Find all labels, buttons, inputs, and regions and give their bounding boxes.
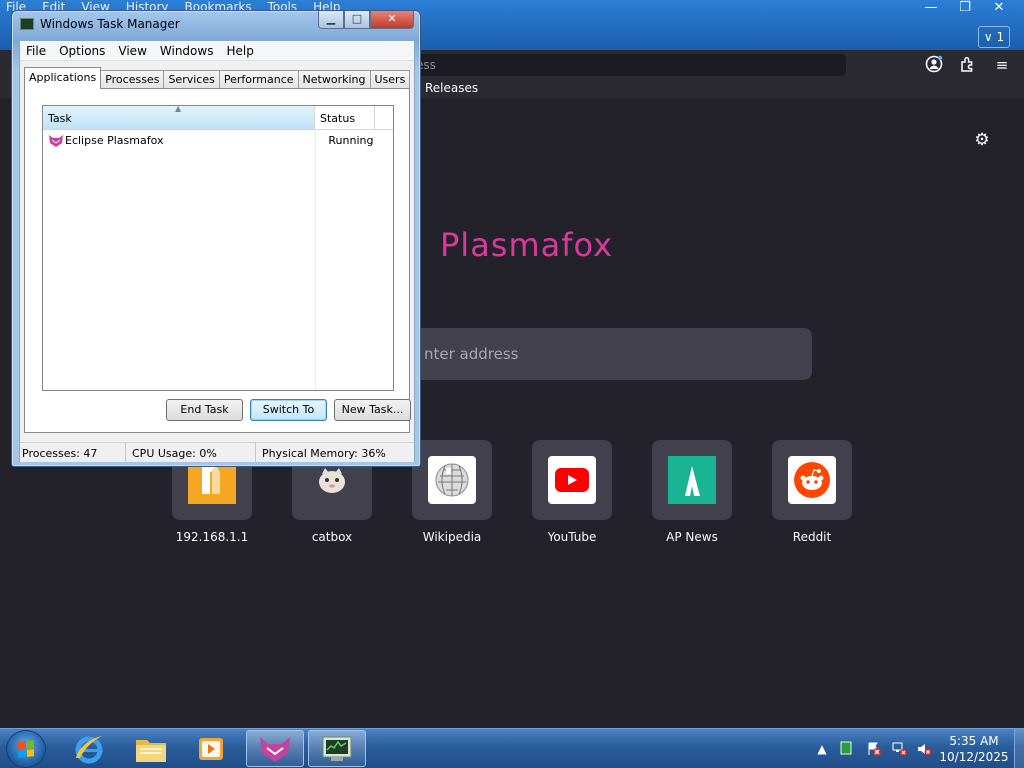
task-manager-taskbar-icon[interactable] bbox=[308, 730, 366, 767]
shortcut-label: catbox bbox=[311, 530, 353, 544]
reddit-icon bbox=[788, 456, 836, 504]
tab-applications[interactable]: Applications bbox=[24, 67, 102, 89]
plasmafox-taskbar-icon[interactable] bbox=[246, 730, 304, 767]
show-hidden-icons-icon[interactable]: ▲ bbox=[814, 741, 830, 757]
tab-count-label: 1 bbox=[996, 30, 1005, 44]
shortcut-tile-bg bbox=[772, 440, 852, 520]
shortcut-tile[interactable]: AP News bbox=[652, 440, 732, 544]
task-actions: End Task Switch To New Task... bbox=[25, 399, 411, 423]
task-manager-body: File Options View Windows Help Applicati… bbox=[19, 40, 415, 462]
tab-networking[interactable]: Networking bbox=[297, 70, 371, 89]
youtube-icon bbox=[548, 456, 596, 504]
applications-panel: ▲ Task Status Eclipse Plasmafox Running … bbox=[24, 88, 411, 433]
task-list[interactable]: ▲ Task Status Eclipse Plasmafox Running bbox=[42, 104, 394, 391]
close-button[interactable]: ✕ bbox=[370, 11, 414, 29]
shortcut-tile[interactable]: Reddit bbox=[772, 440, 852, 544]
menu-options[interactable]: Options bbox=[53, 41, 112, 60]
column-header-status[interactable]: Status bbox=[315, 106, 375, 129]
search-placeholder: nter address bbox=[424, 345, 519, 363]
hamburger-menu-icon[interactable]: ≡ bbox=[992, 55, 1012, 75]
status-cpu: CPU Usage: 0% bbox=[126, 443, 256, 462]
chevron-down-icon: ∨ bbox=[983, 30, 993, 44]
shortcut-tile-bg bbox=[412, 440, 492, 520]
browser-window-controls: — ❐ ✕ bbox=[914, 0, 1016, 18]
shortcut-tile[interactable]: YouTube bbox=[532, 440, 612, 544]
plasmafox-brand: Plasmafox bbox=[410, 226, 613, 264]
end-task-button[interactable]: End Task bbox=[166, 399, 243, 421]
shortcut-tile[interactable]: Wikipedia bbox=[412, 440, 492, 544]
task-list-header: ▲ Task Status bbox=[43, 104, 393, 130]
shortcut-label: YouTube bbox=[547, 530, 597, 544]
tab-users[interactable]: Users bbox=[369, 70, 411, 89]
tab-performance[interactable]: Performance bbox=[218, 70, 299, 89]
green-tray-icon[interactable] bbox=[838, 741, 854, 757]
clock-time: 5:35 AM bbox=[949, 734, 999, 748]
row-status: Running bbox=[328, 134, 374, 147]
taskbar: ▲ 5:35 AM 10/12/2025 bbox=[0, 728, 1024, 768]
table-row[interactable]: Eclipse Plasmafox Running bbox=[48, 134, 388, 150]
minimize-button[interactable]: ▁ bbox=[318, 11, 344, 29]
file-explorer-icon[interactable] bbox=[122, 730, 180, 767]
task-manager-statusbar: Processes: 47 CPU Usage: 0% Physical Mem… bbox=[20, 442, 414, 462]
new-task-button[interactable]: New Task... bbox=[334, 399, 411, 421]
shortcut-label: AP News bbox=[666, 530, 718, 544]
windows-logo-icon bbox=[18, 740, 34, 758]
action-center-flag-icon[interactable] bbox=[866, 741, 882, 757]
shortcut-label: 192.168.1.1 bbox=[175, 530, 249, 544]
menu-view[interactable]: View bbox=[112, 41, 153, 60]
extensions-icon[interactable] bbox=[958, 55, 978, 75]
browser-restore-button[interactable]: ❐ bbox=[948, 0, 982, 18]
apnews-icon bbox=[668, 456, 716, 504]
shortcut-tile-bg bbox=[652, 440, 732, 520]
show-desktop-button[interactable] bbox=[1014, 729, 1024, 768]
shortcut-tile-bg bbox=[532, 440, 612, 520]
shortcut-label: Reddit bbox=[792, 530, 832, 544]
menu-help[interactable]: Help bbox=[220, 41, 260, 60]
media-player-icon[interactable] bbox=[182, 730, 240, 767]
newtab-settings-gear-icon[interactable]: ⚙ bbox=[972, 130, 992, 150]
switch-to-button[interactable]: Switch To bbox=[250, 399, 327, 421]
browser-minimize-button[interactable]: — bbox=[914, 0, 948, 18]
plasmafox-wordmark: Plasmafox bbox=[440, 226, 614, 264]
task-manager-window: Windows Task Manager ▁ □ ✕ File Options … bbox=[11, 10, 421, 467]
menu-windows[interactable]: Windows bbox=[154, 41, 221, 60]
url-bar[interactable]: ess bbox=[404, 54, 846, 76]
maximize-button[interactable]: □ bbox=[344, 11, 370, 29]
tab-list-button[interactable]: ∨ 1 bbox=[978, 26, 1010, 48]
task-manager-tabs: Applications Processes Services Performa… bbox=[24, 67, 411, 89]
column-header-task-label: Task bbox=[48, 112, 72, 125]
shortcut-label: Wikipedia bbox=[422, 530, 482, 544]
start-button[interactable] bbox=[6, 730, 46, 768]
status-processes: Processes: 47 bbox=[20, 443, 126, 462]
column-header-task[interactable]: ▲ Task bbox=[43, 104, 315, 129]
clock-date: 10/12/2025 bbox=[939, 750, 1009, 764]
browser-close-button[interactable]: ✕ bbox=[982, 0, 1016, 18]
sort-ascending-icon: ▲ bbox=[175, 104, 182, 113]
tab-services[interactable]: Services bbox=[163, 70, 220, 89]
bookmark-releases[interactable]: Releases bbox=[425, 81, 478, 95]
task-manager-app-icon bbox=[20, 18, 34, 30]
task-manager-window-controls: ▁ □ ✕ bbox=[318, 11, 414, 29]
status-memory: Physical Memory: 36% bbox=[262, 447, 386, 460]
row-task-name: Eclipse Plasmafox bbox=[65, 134, 164, 147]
account-icon[interactable] bbox=[924, 55, 944, 75]
plasmafox-icon bbox=[48, 134, 64, 148]
task-manager-menubar: File Options View Windows Help bbox=[20, 41, 414, 61]
task-manager-titlebar[interactable]: Windows Task Manager bbox=[20, 17, 180, 31]
menu-file[interactable]: File bbox=[20, 41, 53, 60]
volume-muted-icon[interactable] bbox=[916, 741, 932, 757]
taskbar-clock[interactable]: 5:35 AM 10/12/2025 bbox=[938, 733, 1010, 765]
wikipedia-icon bbox=[428, 456, 476, 504]
internet-explorer-icon[interactable] bbox=[60, 730, 118, 767]
network-disconnected-icon[interactable] bbox=[892, 741, 908, 757]
column-divider bbox=[315, 130, 316, 390]
newtab-search-input[interactable]: nter address bbox=[404, 328, 812, 380]
tab-processes[interactable]: Processes bbox=[100, 70, 165, 89]
task-manager-title: Windows Task Manager bbox=[40, 17, 180, 31]
